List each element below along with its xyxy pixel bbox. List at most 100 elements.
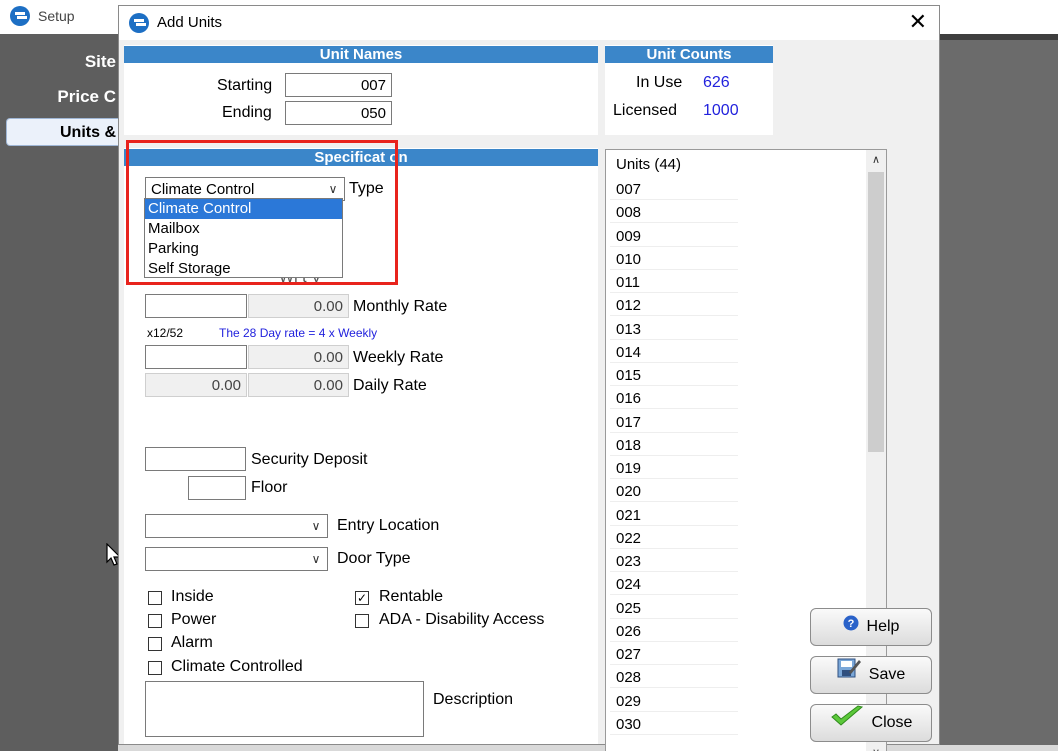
help-button-label: Help <box>866 618 900 636</box>
list-item[interactable]: 007 <box>616 181 641 198</box>
close-icon[interactable]: ✕ <box>909 10 927 34</box>
unit-names-header: Unit Names <box>124 46 598 63</box>
ada-label: ADA - Disability Access <box>379 611 545 628</box>
door-type-select[interactable]: ∨ <box>145 547 328 571</box>
starting-label: Starting <box>217 77 273 94</box>
weekly-rate-computed: 0.00 <box>248 345 349 369</box>
save-button[interactable]: Save <box>810 656 932 694</box>
entry-location-select[interactable]: ∨ <box>145 514 328 538</box>
list-item[interactable]: 009 <box>616 228 641 245</box>
help-icon: ? <box>843 609 859 645</box>
list-item[interactable]: 020 <box>616 483 641 500</box>
list-item[interactable]: 029 <box>616 693 641 710</box>
list-divider <box>610 640 738 642</box>
ratio-text: x12/52 <box>147 326 184 340</box>
sidebar-item-price[interactable]: Price C <box>6 83 118 111</box>
list-divider <box>610 664 738 665</box>
list-item[interactable]: 013 <box>616 321 641 338</box>
door-type-label: Door Type <box>337 550 411 567</box>
close-button[interactable]: Close <box>810 704 932 742</box>
list-item[interactable]: 026 <box>616 623 641 640</box>
list-item[interactable]: 025 <box>616 600 641 617</box>
list-divider <box>610 594 738 596</box>
scroll-down-icon[interactable]: ∨ <box>866 743 886 751</box>
weekly-rate-input[interactable] <box>145 345 247 369</box>
list-divider <box>610 222 738 224</box>
list-item[interactable]: 019 <box>616 460 641 477</box>
sidebar-item-units[interactable]: Units & <box>6 118 118 146</box>
list-divider <box>610 431 738 433</box>
ada-checkbox[interactable] <box>355 614 369 628</box>
list-divider <box>610 268 738 270</box>
list-item[interactable]: 027 <box>616 646 641 663</box>
background-right-area <box>940 34 1058 751</box>
description-textarea[interactable] <box>145 681 424 737</box>
floor-input[interactable] <box>188 476 246 500</box>
monthly-rate-input[interactable] <box>145 294 247 318</box>
list-divider <box>610 687 738 689</box>
list-item[interactable]: 018 <box>616 437 641 454</box>
app-logo-icon <box>129 13 149 33</box>
list-item[interactable]: 012 <box>616 297 641 314</box>
monthly-rate-label: Monthly Rate <box>353 298 448 315</box>
list-divider <box>610 292 738 293</box>
sidebar-item-site[interactable]: Site <box>6 48 118 76</box>
list-item[interactable]: 008 <box>616 204 641 221</box>
dialog-titlebar: Add Units ✕ <box>119 6 939 40</box>
list-item[interactable]: 021 <box>616 507 641 524</box>
list-divider <box>610 617 738 619</box>
highlight-box <box>126 140 398 285</box>
floor-label: Floor <box>251 479 288 496</box>
alarm-checkbox[interactable] <box>148 637 162 651</box>
alarm-label: Alarm <box>171 634 213 651</box>
list-item[interactable]: 010 <box>616 251 641 268</box>
list-divider <box>610 338 738 340</box>
scrollbar-thumb[interactable] <box>868 172 884 452</box>
unit-counts-header: Unit Counts <box>605 46 773 63</box>
app-logo-icon <box>10 6 30 26</box>
rentable-checkbox[interactable]: ✓ <box>355 591 369 605</box>
list-item[interactable]: 024 <box>616 576 641 593</box>
list-item[interactable]: 023 <box>616 553 641 570</box>
list-divider <box>610 547 738 549</box>
svg-text:?: ? <box>847 618 854 630</box>
list-item[interactable]: 016 <box>616 390 641 407</box>
daily-rate-left: 0.00 <box>145 373 247 397</box>
weekly-rate-label: Weekly Rate <box>353 349 444 366</box>
list-item[interactable]: 022 <box>616 530 641 547</box>
list-item[interactable]: 030 <box>616 716 641 733</box>
starting-input[interactable]: 007 <box>285 73 392 97</box>
chevron-down-icon[interactable]: ∨ <box>305 548 327 570</box>
list-item[interactable]: 015 <box>616 367 641 384</box>
list-divider <box>610 385 738 386</box>
chevron-down-icon[interactable]: ∨ <box>305 515 327 537</box>
rentable-label: Rentable <box>379 588 444 605</box>
list-divider <box>610 501 738 503</box>
list-item[interactable]: 017 <box>616 414 641 431</box>
checkmark-icon <box>830 705 864 741</box>
dialog-title: Add Units <box>157 14 223 31</box>
monthly-rate-computed: 0.00 <box>248 294 349 318</box>
list-divider <box>610 733 738 735</box>
security-deposit-input[interactable] <box>145 447 246 471</box>
close-button-label: Close <box>871 714 913 732</box>
ending-input[interactable]: 050 <box>285 101 392 125</box>
add-units-dialog: Add Units ✕ Unit Names Starting 007 Endi… <box>118 5 940 751</box>
list-divider <box>610 245 738 247</box>
power-checkbox[interactable] <box>148 614 162 628</box>
entry-location-label: Entry Location <box>337 517 440 534</box>
inside-checkbox[interactable] <box>148 591 162 605</box>
climate-controlled-checkbox[interactable] <box>148 661 162 675</box>
background-bottom-strip <box>118 745 1058 751</box>
in-use-value: 626 <box>703 74 730 91</box>
in-use-label: In Use <box>636 74 683 91</box>
scroll-up-icon[interactable]: ∧ <box>866 150 886 170</box>
save-icon <box>837 657 861 693</box>
list-item[interactable]: 011 <box>616 274 640 291</box>
list-item[interactable]: 028 <box>616 669 641 686</box>
list-item[interactable]: 014 <box>616 344 641 361</box>
daily-rate-right: 0.00 <box>248 373 349 397</box>
security-deposit-label: Security Deposit <box>251 451 368 468</box>
list-divider <box>610 454 738 456</box>
help-button[interactable]: ? Help <box>810 608 932 646</box>
